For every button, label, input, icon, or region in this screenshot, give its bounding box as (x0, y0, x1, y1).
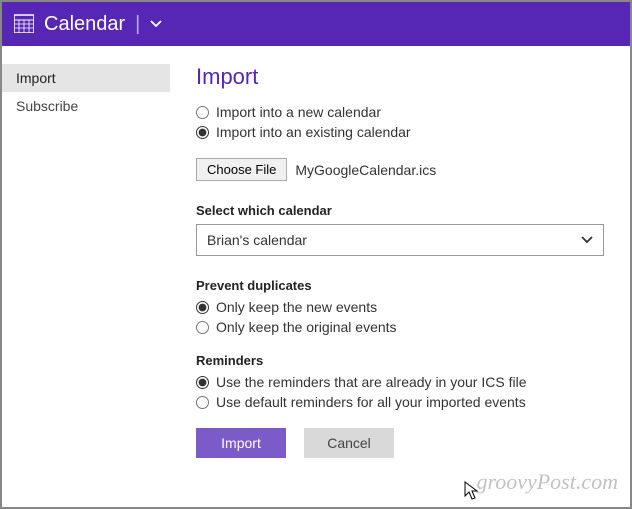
app-header: Calendar | (2, 2, 630, 46)
radio-import-new[interactable]: Import into a new calendar (196, 104, 604, 120)
radio-reminders-ics[interactable]: Use the reminders that are already in yo… (196, 374, 604, 390)
app-title: Calendar (44, 13, 125, 36)
select-calendar-label: Select which calendar (196, 203, 604, 218)
page-title: Import (196, 64, 604, 90)
radio-label: Import into an existing calendar (216, 124, 411, 140)
cursor-icon (464, 481, 480, 501)
select-value: Brian's calendar (207, 232, 307, 248)
chevron-down-icon[interactable] (150, 17, 162, 31)
reminders-group: Reminders Use the reminders that are alr… (196, 353, 604, 410)
sidebar-item-import[interactable]: Import (2, 64, 170, 92)
calendar-icon (14, 13, 34, 36)
cancel-button[interactable]: Cancel (304, 428, 394, 458)
choose-file-button[interactable]: Choose File (196, 158, 287, 181)
radio-label: Use the reminders that are already in yo… (216, 374, 526, 390)
chosen-filename: MyGoogleCalendar.ics (295, 162, 436, 178)
radio-import-existing[interactable]: Import into an existing calendar (196, 124, 604, 140)
sidebar-item-subscribe[interactable]: Subscribe (2, 92, 170, 120)
radio-reminders-default[interactable]: Use default reminders for all your impor… (196, 394, 604, 410)
main-panel: Import Import into a new calendar Import… (170, 46, 630, 507)
reminders-label: Reminders (196, 353, 604, 368)
radio-input[interactable] (196, 106, 209, 119)
import-destination-group: Import into a new calendar Import into a… (196, 104, 604, 140)
duplicates-group: Prevent duplicates Only keep the new eve… (196, 278, 604, 335)
radio-label: Import into a new calendar (216, 104, 381, 120)
sidebar-item-label: Subscribe (16, 98, 78, 114)
button-row: Import Cancel (196, 428, 604, 458)
radio-input[interactable] (196, 376, 209, 389)
sidebar: Import Subscribe (2, 46, 170, 507)
radio-input[interactable] (196, 321, 209, 334)
calendar-select-group: Select which calendar Brian's calendar (196, 203, 604, 256)
sidebar-item-label: Import (16, 70, 56, 86)
radio-label: Only keep the original events (216, 319, 397, 335)
radio-label: Only keep the new events (216, 299, 377, 315)
header-divider: | (135, 13, 140, 36)
radio-input[interactable] (196, 126, 209, 139)
radio-input[interactable] (196, 301, 209, 314)
radio-keep-original[interactable]: Only keep the original events (196, 319, 604, 335)
calendar-select[interactable]: Brian's calendar (196, 224, 604, 256)
import-button[interactable]: Import (196, 428, 286, 458)
radio-label: Use default reminders for all your impor… (216, 394, 526, 410)
watermark: groovyPost.com (476, 469, 618, 495)
file-chooser-row: Choose File MyGoogleCalendar.ics (196, 158, 604, 181)
chevron-down-icon (581, 233, 593, 247)
radio-input[interactable] (196, 396, 209, 409)
duplicates-label: Prevent duplicates (196, 278, 604, 293)
radio-keep-new[interactable]: Only keep the new events (196, 299, 604, 315)
